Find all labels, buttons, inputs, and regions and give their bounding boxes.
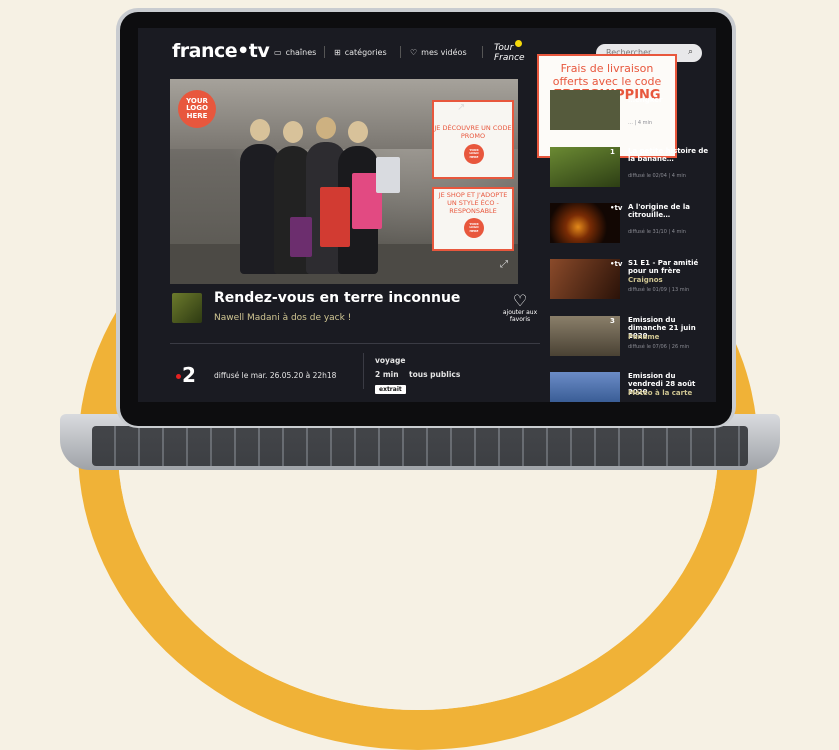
list-item[interactable]: 3 Emission du dimanche 21 juin 2020 Pana… [550,316,710,360]
list-item-title: La petite histoire de la banane… [628,147,709,163]
person-head [283,121,303,143]
list-item-meta: … | 4 min [628,120,653,126]
shopping-bag [290,217,312,257]
shopping-bag [320,187,350,247]
channel-number: 2 [182,363,196,387]
channel-badge: 1 [610,148,615,156]
list-item-meta: diffusé le 01/09 | 13 min [628,287,690,293]
logo-text: YOUR LOGO HERE [469,148,479,159]
broadcast-date: diffusé le mar. 26.05.20 à 22h18 [214,371,337,380]
grid-icon: ⊞ [334,48,341,57]
screen: france•tv ▭ chaînes ⊞ catégories ♡ mes v… [138,28,716,402]
channel-badge: 3 [610,317,615,325]
nav-item-label: chaînes [285,48,317,57]
program-meta: 2 min tous publics [375,370,460,379]
nav-item-label: catégories [344,48,387,57]
list-item[interactable]: •tv A l'origine de la citrouille… diffus… [550,203,710,247]
brand-logo[interactable]: france•tv [172,40,270,62]
list-item[interactable]: •tv S1 E1 - Par amitié pour un frère Cra… [550,259,710,303]
audience-rating: tous publics [409,370,461,379]
divider [363,353,364,389]
list-item-thumbnail [550,372,620,402]
nav-item-chaines[interactable]: ▭ chaînes [274,48,316,57]
tour-de-france-logo[interactable]: Tour France [494,40,525,64]
duration: 2 min [375,370,399,379]
fullscreen-icon[interactable]: ⤢ [500,259,508,270]
small-logo-placeholder: YOUR LOGO HERE [464,218,484,238]
nav-separator [400,46,401,58]
extract-badge[interactable]: extrait [375,385,406,394]
program-subtitle: Nawell Madani à dos de yack ! [214,313,352,323]
channel-logo[interactable]: 2 [176,363,196,387]
nav-separator [324,46,325,58]
program-title: Rendez-vous en terre inconnue [214,290,461,306]
show-thumbnail[interactable] [172,293,202,323]
list-item-meta: diffusé le 02/04 | 4 min [628,173,686,179]
list-item-subtitle: Paname [628,333,660,341]
list-item-title: S1 E1 - Par amitié pour un frère [628,259,699,275]
expand-icon[interactable]: ↗ [457,102,465,113]
list-item-title: A l'origine de la citrouille… [628,203,690,219]
heart-icon: ♡ [410,48,418,57]
tv-icon: ▭ [274,48,282,57]
list-item[interactable]: …engker … | 4 min [550,90,710,134]
small-logo-placeholder: YOUR LOGO HERE [464,144,484,164]
add-favorite-button[interactable]: ♡ ajouter aux favoris [500,291,540,324]
laptop-keyboard [92,426,748,466]
divider [170,343,540,344]
person-head [316,117,336,139]
list-item[interactable]: Emission du vendredi 28 août 2020 Météo … [550,372,710,402]
channel-badge: •tv [610,204,623,212]
nav-separator [482,46,483,58]
list-item-title: …engker [628,96,663,104]
brand-logo-placeholder: YOUR LOGO HERE [178,90,216,128]
eco-style-label: JE SHOP ET J'ADOPTE UN STYLE ÉCO -RESPON… [438,191,508,215]
list-item-subtitle: Craignos [628,276,663,284]
list-item-meta: diffusé le 31/10 | 4 min [628,229,686,235]
promo-code-label: JE DÉCOUVRE UN CODE PROMO [434,124,512,140]
logo-text: YOUR LOGO HERE [186,96,208,120]
genre-label: voyage [375,356,406,365]
list-item-meta: diffusé le 07/06 | 26 min [628,344,690,350]
nav-item-mes-videos[interactable]: ♡ mes vidéos [410,48,467,57]
list-item-thumbnail [550,90,620,130]
ad-line-1: Frais de livraison [560,62,654,75]
channel-badge: •tv [610,260,623,268]
search-icon[interactable]: ⌕ [688,47,693,57]
shopping-bag [376,157,400,193]
promo-code-button[interactable]: JE DÉCOUVRE UN CODE PROMO YOUR LOGO HERE [432,100,514,179]
nav-item-label: mes vidéos [421,48,467,57]
hero-video[interactable]: YOUR LOGO HERE JE DÉCOUVRE UN CODE PROMO… [170,79,518,284]
nav-item-categories[interactable]: ⊞ catégories [334,48,387,57]
red-dot-icon [176,374,181,379]
heart-icon: ♡ [512,291,528,310]
person-head [348,121,368,143]
logo-text: YOUR LOGO HERE [469,222,479,233]
list-item[interactable]: 1 La petite histoire de la banane… diffu… [550,147,710,191]
add-favorite-label: ajouter aux favoris [502,309,538,323]
eco-style-button[interactable]: JE SHOP ET J'ADOPTE UN STYLE ÉCO -RESPON… [432,187,514,251]
ad-line-2: offerts avec le code [552,75,662,88]
list-item-subtitle: Météo à la carte [628,389,693,397]
person-head [250,119,270,141]
